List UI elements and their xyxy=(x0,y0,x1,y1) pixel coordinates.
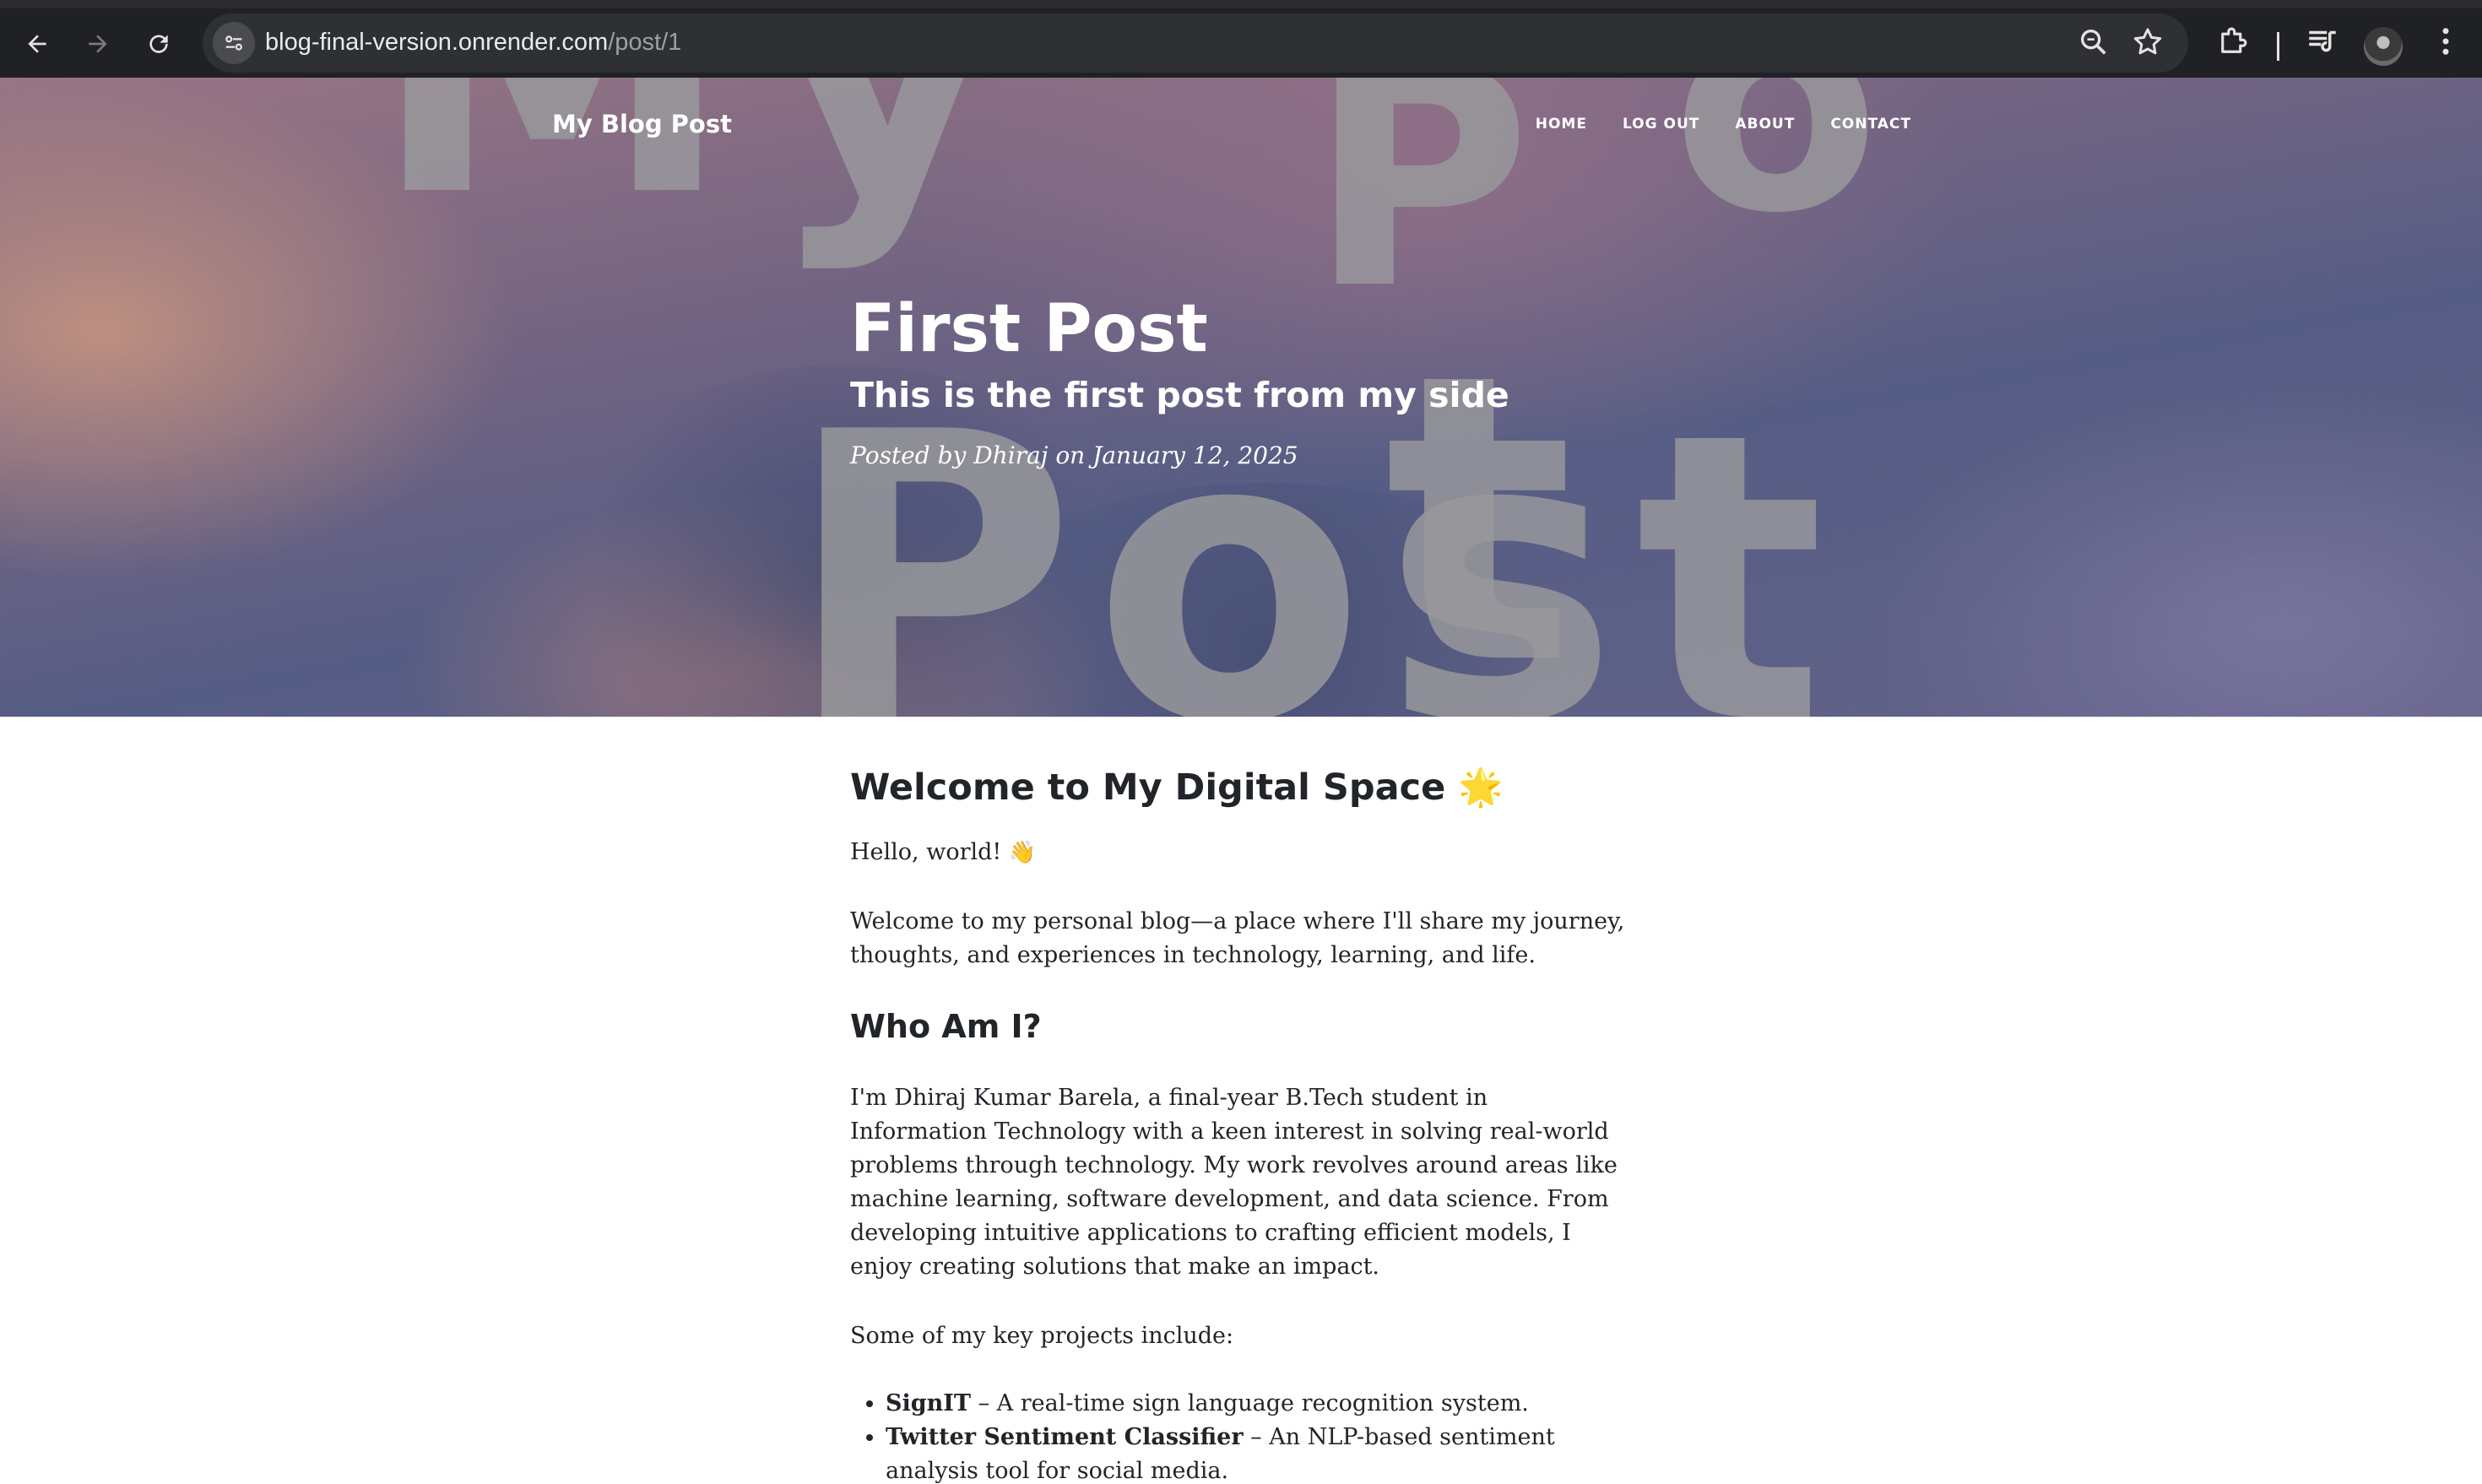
navbar-brand[interactable]: My Blog Post xyxy=(552,110,732,138)
kebab-menu-icon[interactable] xyxy=(2428,24,2463,62)
arrow-right-icon xyxy=(89,35,107,53)
list-item: Twitter Sentiment Classifier – An NLP-ba… xyxy=(886,1421,1627,1484)
heading-text: Welcome to My Digital Space xyxy=(850,766,1446,809)
nav-link-logout[interactable]: LOG OUT xyxy=(1623,116,1699,133)
intro-paragraph: Welcome to my personal blog—a place wher… xyxy=(850,907,1625,968)
tune-icon xyxy=(225,35,242,51)
waving-hand-icon: 👋 xyxy=(1008,839,1037,865)
url-path: /post/1 xyxy=(608,29,682,56)
section-heading-welcome: Welcome to My Digital Space 🌟 xyxy=(850,766,1627,810)
project-name: Twitter Sentiment Classifier xyxy=(886,1424,1244,1451)
section-heading-who: Who Am I? xyxy=(850,1007,1042,1045)
magnifier-zoom-icon[interactable] xyxy=(2077,25,2111,62)
nav-link-contact[interactable]: CONTACT xyxy=(1830,116,1911,133)
greeting-paragraph: Hello, world! 👋 xyxy=(850,836,1627,869)
reload-icon xyxy=(149,35,168,53)
post-subtitle: This is the first post from my side xyxy=(850,374,1509,415)
post-body: Welcome to My Digital Space 🌟 Hello, wor… xyxy=(850,766,1627,1484)
arrow-left-icon xyxy=(28,35,46,53)
nav-link-home[interactable]: HOME xyxy=(1536,116,1587,133)
bookmark-star-icon[interactable] xyxy=(2131,25,2165,62)
toolbar-divider xyxy=(2277,32,2279,61)
profile-avatar[interactable] xyxy=(2364,27,2403,66)
greeting-text: Hello, world! xyxy=(850,838,1002,865)
star-emoji-icon: 🌟 xyxy=(1458,766,1504,809)
top-navigation: HOME LOG OUT ABOUT CONTACT xyxy=(1536,116,1911,133)
projects-intro-paragraph: Some of my key projects include: xyxy=(850,1323,1234,1350)
address-bar[interactable]: blog-final-version.onrender.com/post/1 xyxy=(203,14,2188,73)
post-heading: First Post This is the first post from m… xyxy=(850,295,1694,469)
playlist-icon[interactable] xyxy=(2305,24,2340,62)
puzzle-icon[interactable] xyxy=(2215,24,2251,62)
site-info-button[interactable] xyxy=(213,22,255,64)
browser-toolbar: blog-final-version.onrender.com/post/1 xyxy=(0,0,2482,78)
post-title: First Post xyxy=(850,291,1208,367)
projects-list: SignIT – A real-time sign language recog… xyxy=(886,1387,1627,1484)
back-button[interactable] xyxy=(14,20,61,68)
project-name: SignIT xyxy=(886,1390,971,1417)
list-item: SignIT – A real-time sign language recog… xyxy=(886,1387,1627,1421)
bio-paragraph: I'm Dhiraj Kumar Barela, a final-year B.… xyxy=(850,1085,1618,1281)
nav-link-about[interactable]: ABOUT xyxy=(1735,116,1795,133)
post-header: My o P Post t My Blog Post HOME LOG OUT … xyxy=(0,78,2482,717)
project-description: – A real-time sign language recognition … xyxy=(971,1390,1529,1417)
url-text[interactable]: blog-final-version.onrender.com/post/1 xyxy=(265,29,681,57)
forward-button[interactable] xyxy=(74,20,122,68)
reload-button[interactable] xyxy=(135,20,182,68)
url-host: blog-final-version.onrender.com xyxy=(265,29,609,56)
post-meta: Posted by Dhiraj on January 12, 2025 xyxy=(850,441,1298,469)
